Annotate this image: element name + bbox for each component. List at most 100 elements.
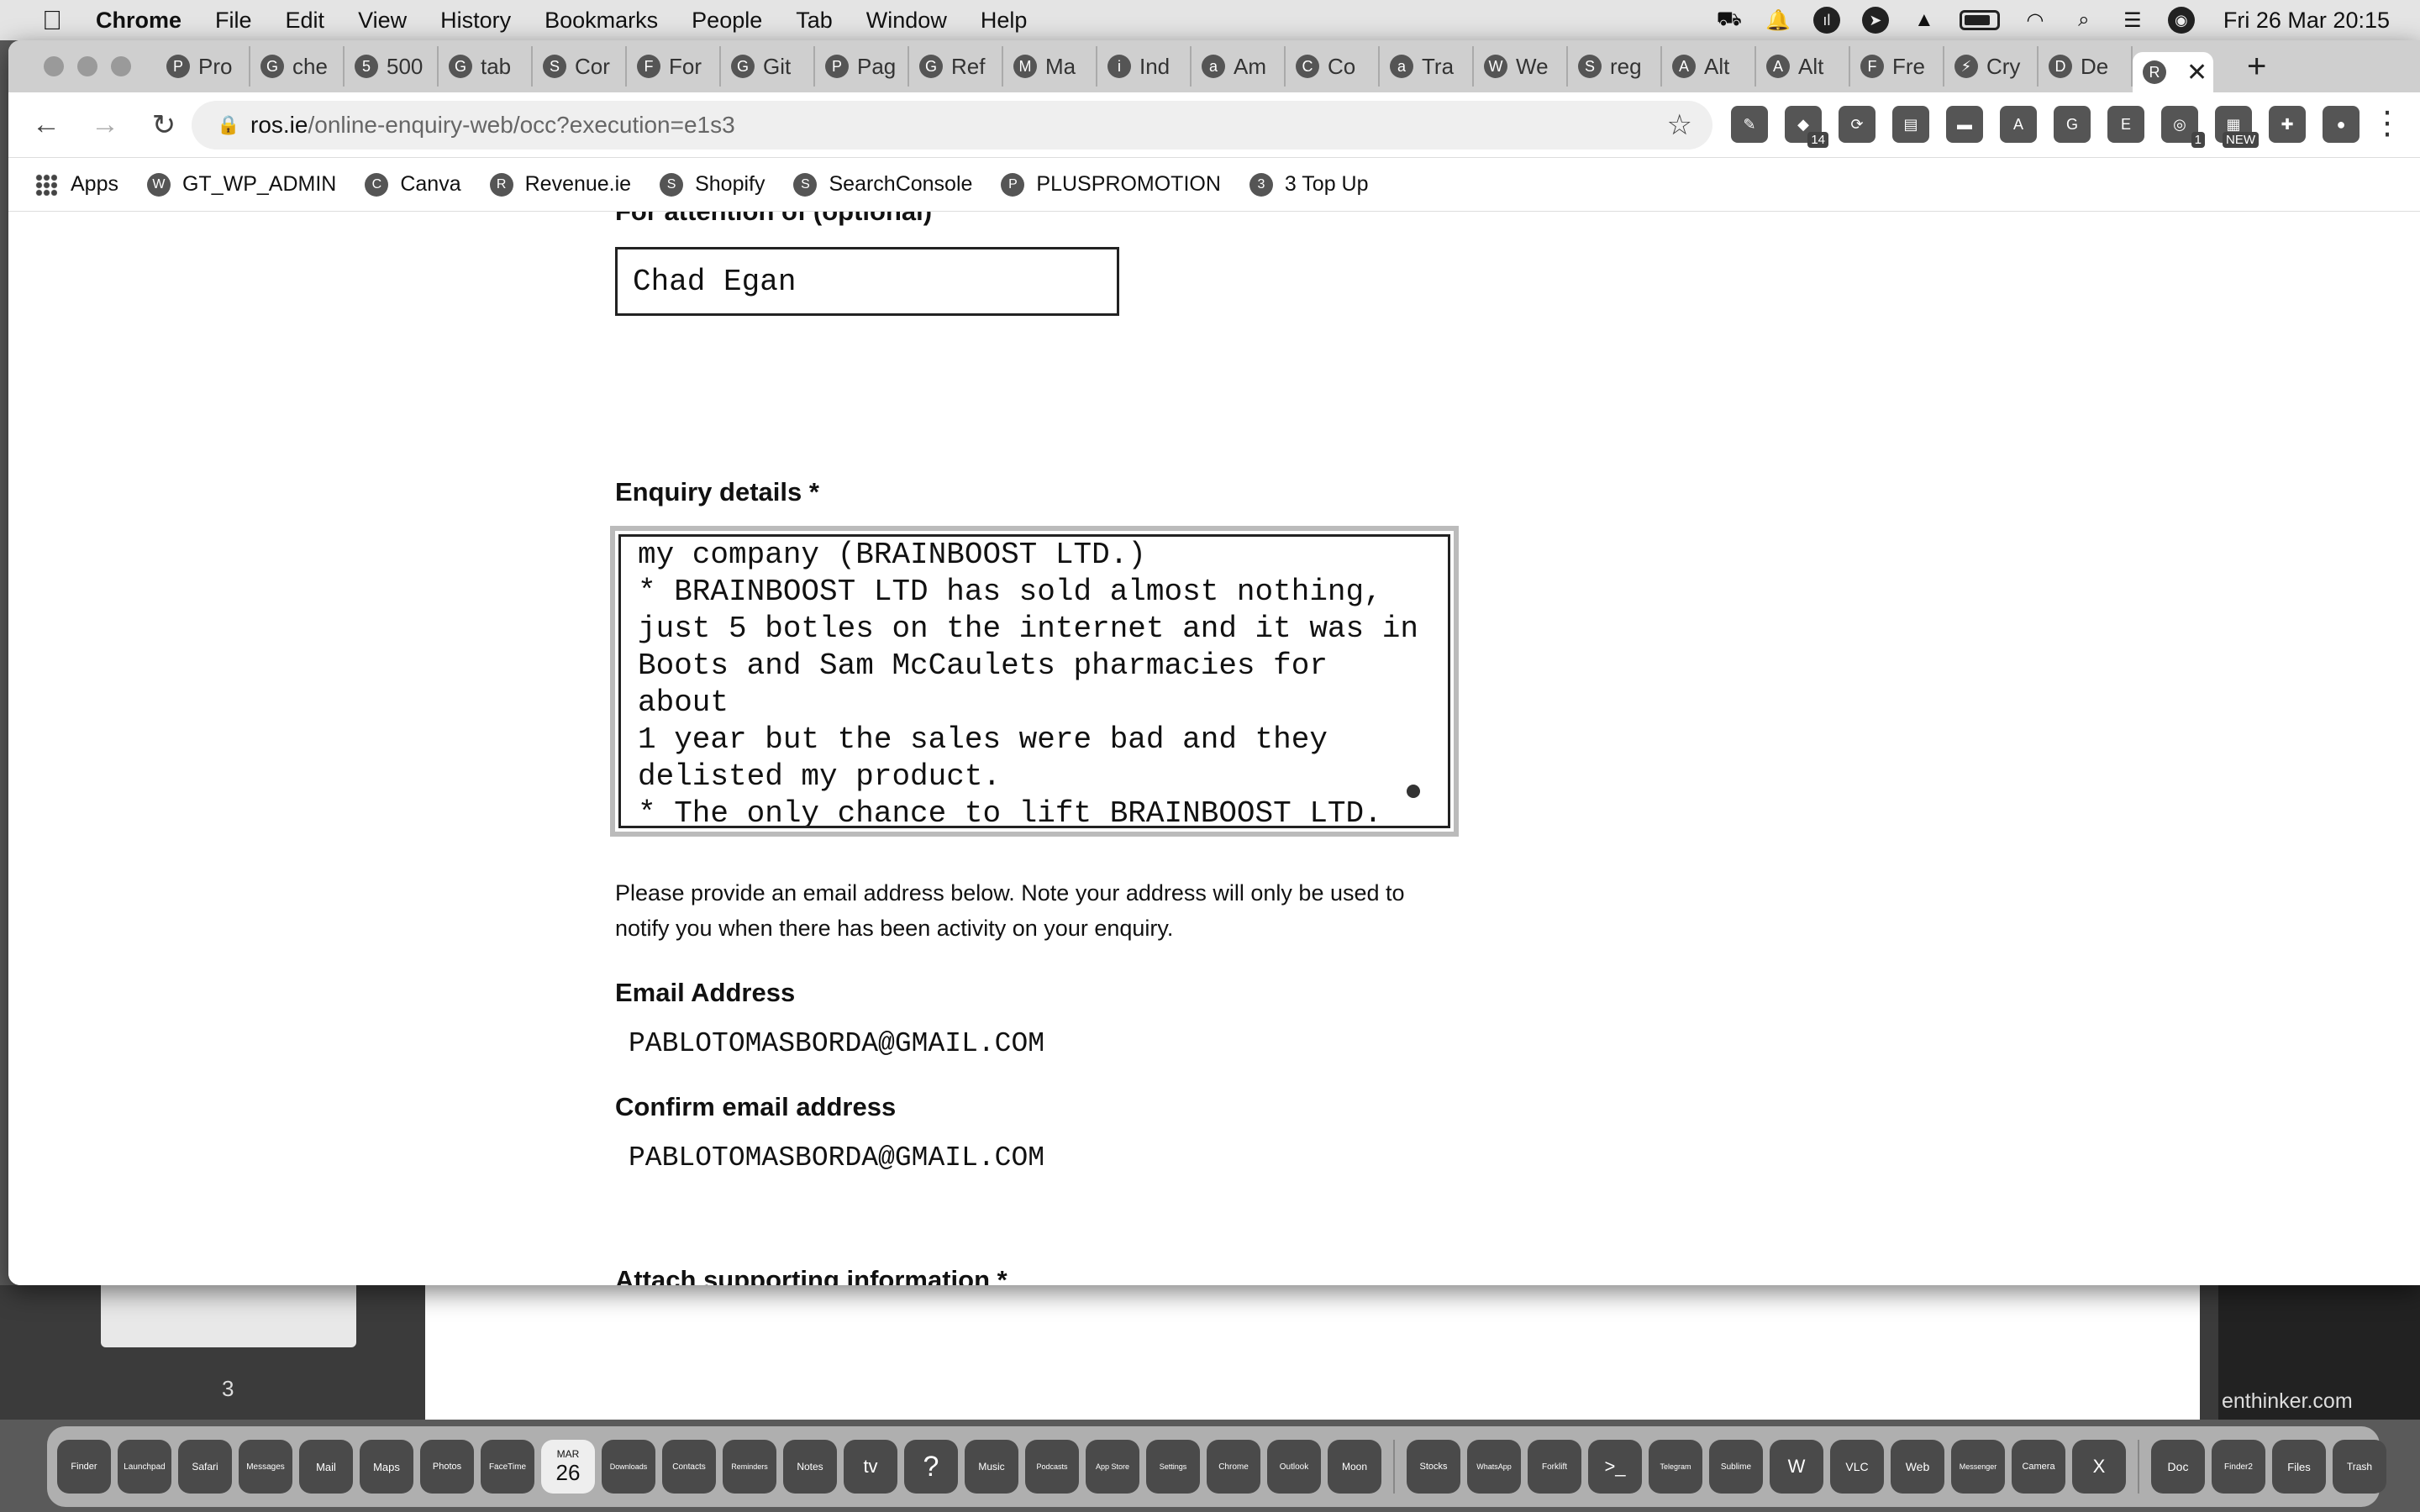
- vlc-dock-icon[interactable]: VLC: [1830, 1440, 1884, 1494]
- browser-tab[interactable]: F For: [627, 46, 721, 87]
- whatsapp-icon[interactable]: WhatsApp: [1467, 1440, 1521, 1494]
- facetime-icon[interactable]: FaceTime: [481, 1440, 534, 1494]
- extension-icon[interactable]: ▤: [1892, 106, 1929, 143]
- extension-icon[interactable]: ▬: [1946, 106, 1983, 143]
- browser-tab[interactable]: ⚡ Cry: [1944, 46, 2039, 87]
- control-center-icon[interactable]: ☰: [2119, 7, 2146, 34]
- menu-view[interactable]: View: [358, 8, 407, 34]
- browser-tab[interactable]: P Pag: [815, 46, 909, 87]
- extension-icon[interactable]: E: [2107, 106, 2144, 143]
- browser-tab[interactable]: F Fre: [1850, 46, 1944, 87]
- extension-icon[interactable]: ⟳: [1839, 106, 1876, 143]
- word-icon[interactable]: W: [1770, 1440, 1823, 1494]
- extension-icon[interactable]: ◎ 1: [2161, 106, 2205, 148]
- sublime-icon[interactable]: Sublime: [1709, 1440, 1763, 1494]
- bookmark-shopify[interactable]: S Shopify: [660, 172, 765, 197]
- contacts-icon[interactable]: Contacts: [662, 1440, 716, 1494]
- menu-file[interactable]: File: [215, 8, 252, 34]
- web-icon[interactable]: Web: [1891, 1440, 1944, 1494]
- browser-tab[interactable]: G Ref: [909, 46, 1003, 87]
- camera-icon[interactable]: Camera: [2012, 1440, 2065, 1494]
- browser-tab[interactable]: S Cor: [533, 46, 627, 87]
- app-store-icon[interactable]: App Store: [1086, 1440, 1139, 1494]
- forward-button[interactable]: →: [76, 108, 134, 141]
- minimize-window-button[interactable]: [77, 56, 97, 76]
- files-icon[interactable]: Files: [2272, 1440, 2326, 1494]
- lock-icon[interactable]: 🔒: [217, 114, 239, 136]
- textarea-resize-handle[interactable]: [1407, 785, 1420, 798]
- wifi-icon[interactable]: ◠: [2022, 7, 2049, 34]
- address-bar[interactable]: 🔒 ros.ie/online-enquiry-web/occ?executio…: [192, 101, 1712, 150]
- mail-icon[interactable]: Mail: [299, 1440, 353, 1494]
- x-app-icon[interactable]: X: [2072, 1440, 2126, 1494]
- menu-history[interactable]: History: [440, 8, 511, 34]
- outlook-icon[interactable]: Outlook: [1267, 1440, 1321, 1494]
- launchpad-icon[interactable]: Launchpad: [118, 1440, 171, 1494]
- spotlight-search-icon[interactable]: ⌕: [2070, 7, 2097, 34]
- apple-menu-icon[interactable]: : [37, 5, 67, 36]
- finder-window-icon[interactable]: Finder2: [2212, 1440, 2265, 1494]
- zoom-window-button[interactable]: [111, 56, 131, 76]
- vlc-icon[interactable]: ▲: [1911, 7, 1938, 34]
- reload-button[interactable]: ↻: [134, 108, 193, 142]
- browser-tab[interactable]: a Tra: [1380, 46, 1474, 87]
- finder-icon[interactable]: Finder: [57, 1440, 111, 1494]
- siri-icon[interactable]: ◉: [2167, 7, 2195, 34]
- browser-tab[interactable]: C Co: [1286, 46, 1380, 87]
- bookmark-star-icon[interactable]: ☆: [1667, 108, 1692, 142]
- trash-icon[interactable]: Trash: [2333, 1440, 2386, 1494]
- bookmark-revenue[interactable]: R Revenue.ie: [489, 172, 631, 197]
- close-window-button[interactable]: [44, 56, 64, 76]
- podcasts-icon[interactable]: Podcasts: [1025, 1440, 1079, 1494]
- bookmark-apps[interactable]: Apps: [35, 172, 118, 197]
- extension-icon[interactable]: ✎: [1731, 106, 1768, 143]
- browser-tab[interactable]: Gtab: [439, 46, 533, 87]
- music-icon[interactable]: Music: [965, 1440, 1018, 1494]
- menu-bar-clock[interactable]: Fri 26 Mar 20:15: [2223, 8, 2390, 34]
- forklift-icon[interactable]: ⛟: [1716, 7, 1743, 34]
- extension-icon[interactable]: G: [2054, 106, 2091, 143]
- photos-icon[interactable]: Photos: [420, 1440, 474, 1494]
- downloads-icon[interactable]: Downloads: [602, 1440, 655, 1494]
- extension-icon[interactable]: ◆ 14: [1785, 106, 1828, 148]
- profile-avatar[interactable]: ●: [2323, 106, 2360, 143]
- email-address-field[interactable]: PABLOTOMASBORDA@GMAIL.COM: [629, 1028, 1044, 1059]
- browser-tab[interactable]: M Ma: [1003, 46, 1097, 87]
- maps-icon[interactable]: Maps: [360, 1440, 413, 1494]
- browser-tab[interactable]: a Am: [1192, 46, 1286, 87]
- browser-tab[interactable]: G Git: [721, 46, 815, 87]
- menu-window[interactable]: Window: [866, 8, 947, 34]
- battery-icon[interactable]: [1959, 10, 2000, 30]
- extensions-puzzle-icon[interactable]: ✚: [2269, 106, 2306, 143]
- enquiry-details-textarea[interactable]: my company (BRAINBOOST LTD.) * BRAINBOOS…: [610, 526, 1459, 837]
- menu-app-name[interactable]: Chrome: [96, 8, 182, 34]
- bookmark-search-console[interactable]: S SearchConsole: [793, 172, 972, 197]
- close-tab-icon[interactable]: ✕: [2186, 58, 2207, 87]
- messages-icon[interactable]: Messages: [239, 1440, 292, 1494]
- browser-tab[interactable]: Gche: [250, 46, 345, 87]
- menu-help[interactable]: Help: [981, 8, 1028, 34]
- extension-icon[interactable]: ▦ NEW: [2215, 106, 2259, 148]
- browser-tab[interactable]: D De: [2039, 46, 2133, 87]
- menu-tab[interactable]: Tab: [796, 8, 833, 34]
- stocks-icon[interactable]: Stocks: [1407, 1440, 1460, 1494]
- browser-tab[interactable]: A Alt: [1756, 46, 1850, 87]
- menu-edit[interactable]: Edit: [286, 8, 325, 34]
- browser-tab[interactable]: i Ind: [1097, 46, 1192, 87]
- telegram-icon[interactable]: ➤: [1861, 7, 1889, 34]
- safari-icon[interactable]: Safari: [178, 1440, 232, 1494]
- browser-tab[interactable]: P Pro: [156, 46, 250, 87]
- browser-tab[interactable]: Sreg: [1568, 46, 1662, 87]
- messenger-icon[interactable]: Messenger: [1951, 1440, 2005, 1494]
- confirm-email-field[interactable]: PABLOTOMASBORDA@GMAIL.COM: [629, 1142, 1044, 1173]
- system-preferences-icon[interactable]: Settings: [1146, 1440, 1200, 1494]
- browser-tab[interactable]: A Alt: [1662, 46, 1756, 87]
- new-tab-button[interactable]: +: [2247, 48, 2266, 86]
- calendar-icon[interactable]: MAR 26: [541, 1440, 595, 1494]
- bookmark-3-top-up[interactable]: 33 Top Up: [1249, 172, 1369, 197]
- menu-bookmarks[interactable]: Bookmarks: [544, 8, 658, 34]
- notification-bell-icon[interactable]: 🔔: [1765, 7, 1791, 34]
- forklift-dock-icon[interactable]: Forklift: [1528, 1440, 1581, 1494]
- help-icon[interactable]: ?: [904, 1440, 958, 1494]
- document-icon[interactable]: Doc: [2151, 1440, 2205, 1494]
